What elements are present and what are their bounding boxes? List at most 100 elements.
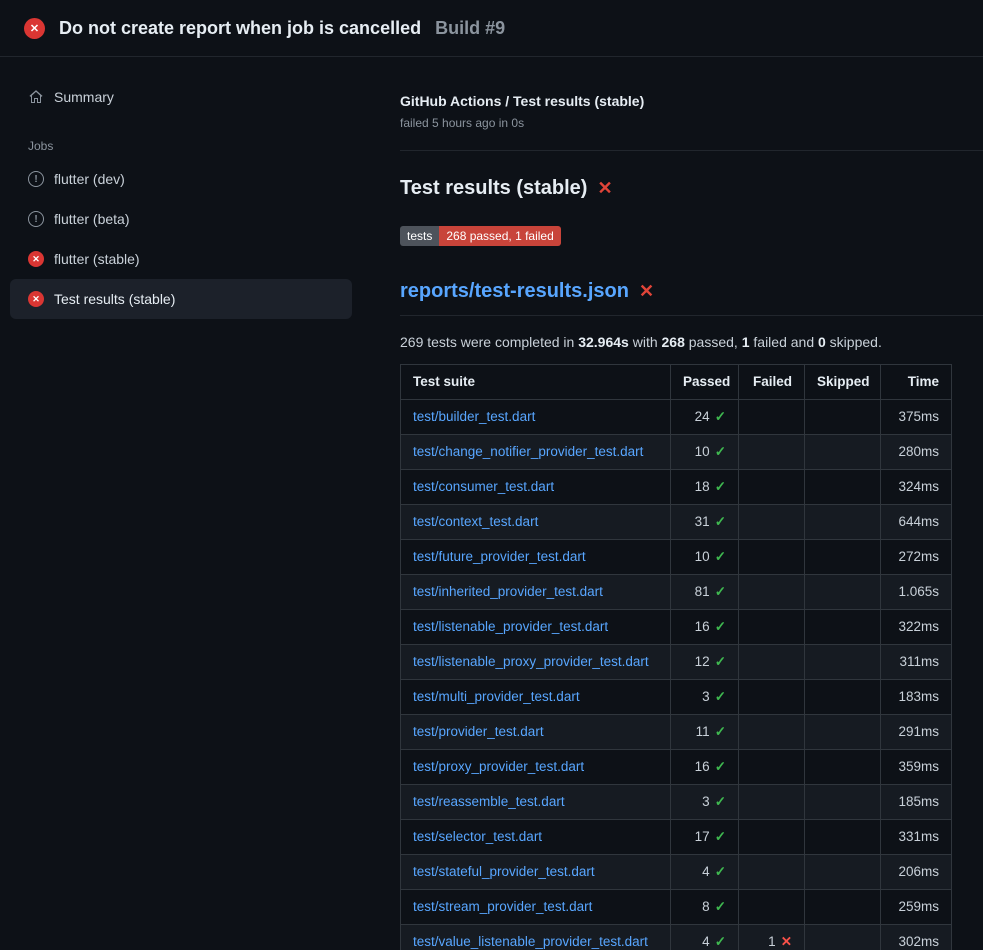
summary-text: with <box>629 334 662 350</box>
test-suite-link[interactable]: test/consumer_test.dart <box>413 479 554 494</box>
summary-failed-count: 1 <box>742 334 750 350</box>
test-suite-link[interactable]: test/selector_test.dart <box>413 829 542 844</box>
sidebar: Summary Jobs flutter (dev)flutter (beta)… <box>0 57 376 319</box>
passed-cell: 11 <box>671 715 739 750</box>
table-row: test/future_provider_test.dart 10 272ms <box>401 540 952 575</box>
report-title: reports/test-results.json <box>400 280 629 303</box>
time-cell: 322ms <box>881 610 952 645</box>
sidebar-item-flutter-dev[interactable]: flutter (dev) <box>10 159 352 199</box>
check-icon <box>715 444 726 459</box>
passed-count: 24 <box>695 409 710 424</box>
table-row: test/builder_test.dart24375ms <box>401 400 952 435</box>
summary-text: 269 tests were completed in <box>400 334 578 350</box>
passed-cell: 17 <box>671 820 739 855</box>
suite-cell: test/builder_test.dart <box>401 400 671 435</box>
table-row: test/listenable_proxy_provider_test.dart… <box>401 645 952 680</box>
test-suite-link[interactable]: test/builder_test.dart <box>413 409 535 424</box>
time-cell: 185ms <box>881 785 952 820</box>
check-icon <box>715 619 726 634</box>
table-row: test/proxy_provider_test.dart16359ms <box>401 750 952 785</box>
test-suite-link[interactable]: test/provider_test.dart <box>413 724 544 739</box>
suite-cell: test/multi_provider_test.dart <box>401 680 671 715</box>
passed-cell: 31 <box>671 505 739 540</box>
sidebar-item-summary[interactable]: Summary <box>0 83 376 111</box>
test-suite-link[interactable]: test/stream_provider_test.dart <box>413 899 592 914</box>
skipped-cell <box>805 750 881 785</box>
passed-count: 18 <box>695 479 710 494</box>
test-suite-link[interactable]: test/reassemble_test.dart <box>413 794 565 809</box>
main-content: GitHub Actions / Test results (stable) f… <box>376 57 983 950</box>
x-circle-icon <box>28 291 44 307</box>
sidebar-item-flutter-beta[interactable]: flutter (beta) <box>10 199 352 239</box>
run-title: Do not create report when job is cancell… <box>59 18 421 39</box>
suite-cell: test/stateful_provider_test.dart <box>401 855 671 890</box>
time-cell: 1.065s <box>881 575 952 610</box>
summary-skipped-count: 0 <box>818 334 826 350</box>
test-suite-link[interactable]: test/context_test.dart <box>413 514 538 529</box>
job-label: flutter (dev) <box>54 171 125 187</box>
time-cell: 359ms <box>881 750 952 785</box>
time-cell: 183ms <box>881 680 952 715</box>
suite-cell: test/selector_test.dart <box>401 820 671 855</box>
check-icon <box>715 479 726 494</box>
job-label: Test results (stable) <box>54 291 175 307</box>
build-number: Build #9 <box>435 18 505 39</box>
suite-cell: test/proxy_provider_test.dart <box>401 750 671 785</box>
failed-count: 1 <box>768 934 776 949</box>
failed-cell: 1 <box>739 925 805 950</box>
skipped-cell <box>805 505 881 540</box>
summary-text: failed and <box>750 334 819 350</box>
failed-cell <box>739 435 805 470</box>
test-suite-link[interactable]: test/change_notifier_provider_test.dart <box>413 444 643 459</box>
failed-cell <box>739 400 805 435</box>
test-suite-link[interactable]: test/value_listenable_provider_test.dart <box>413 934 648 949</box>
test-suite-link[interactable]: test/multi_provider_test.dart <box>413 689 580 704</box>
test-suite-link[interactable]: test/stateful_provider_test.dart <box>413 864 595 879</box>
report-file-link[interactable]: reports/test-results.json <box>400 280 654 303</box>
suite-cell: test/consumer_test.dart <box>401 470 671 505</box>
time-cell: 280ms <box>881 435 952 470</box>
check-icon <box>715 689 726 704</box>
time-cell: 272ms <box>881 540 952 575</box>
summary-passed-count: 268 <box>662 334 685 350</box>
check-icon <box>715 759 726 774</box>
suite-cell: test/stream_provider_test.dart <box>401 890 671 925</box>
table-row: test/provider_test.dart11291ms <box>401 715 952 750</box>
sidebar-jobs: flutter (dev) flutter (beta)flutter (stab… <box>0 159 376 319</box>
suite-cell: test/provider_test.dart <box>401 715 671 750</box>
skipped-cell <box>805 470 881 505</box>
passed-count: 31 <box>695 514 710 529</box>
sidebar-item-test-results-stable[interactable]: Test results (stable) <box>10 279 352 319</box>
passed-count: 4 <box>702 934 710 949</box>
suite-cell: test/value_listenable_provider_test.dart <box>401 925 671 950</box>
test-suite-link[interactable]: test/future_provider_test.dart <box>413 549 586 564</box>
alert-circle-icon <box>28 171 44 187</box>
summary-duration: 32.964s <box>578 334 629 350</box>
test-suite-link[interactable]: test/proxy_provider_test.dart <box>413 759 584 774</box>
passed-cell: 3 <box>671 785 739 820</box>
failed-cell <box>739 750 805 785</box>
passed-cell: 10 <box>671 540 739 575</box>
summary-line: 269 tests were completed in 32.964s with… <box>400 334 952 350</box>
failed-cell <box>739 505 805 540</box>
suite-cell: test/future_provider_test.dart <box>401 540 671 575</box>
skipped-cell <box>805 680 881 715</box>
time-cell: 331ms <box>881 820 952 855</box>
table-row: test/context_test.dart31644ms <box>401 505 952 540</box>
home-icon <box>28 89 44 105</box>
test-suite-link[interactable]: test/inherited_provider_test.dart <box>413 584 603 599</box>
test-suite-link[interactable]: test/listenable_proxy_provider_test.dart <box>413 654 649 669</box>
sidebar-item-flutter-stable[interactable]: flutter (stable) <box>10 239 352 279</box>
skipped-cell <box>805 540 881 575</box>
column-header-failed: Failed <box>739 365 805 400</box>
suite-cell: test/context_test.dart <box>401 505 671 540</box>
check-icon <box>715 584 726 599</box>
skipped-cell <box>805 890 881 925</box>
passed-count: 8 <box>702 899 710 914</box>
test-suite-link[interactable]: test/listenable_provider_test.dart <box>413 619 608 634</box>
run-status-text: failed 5 hours ago in 0s <box>400 116 952 130</box>
section-heading: Test results (stable) <box>400 177 952 200</box>
failed-cell <box>739 540 805 575</box>
check-icon <box>715 654 726 669</box>
skipped-cell <box>805 435 881 470</box>
